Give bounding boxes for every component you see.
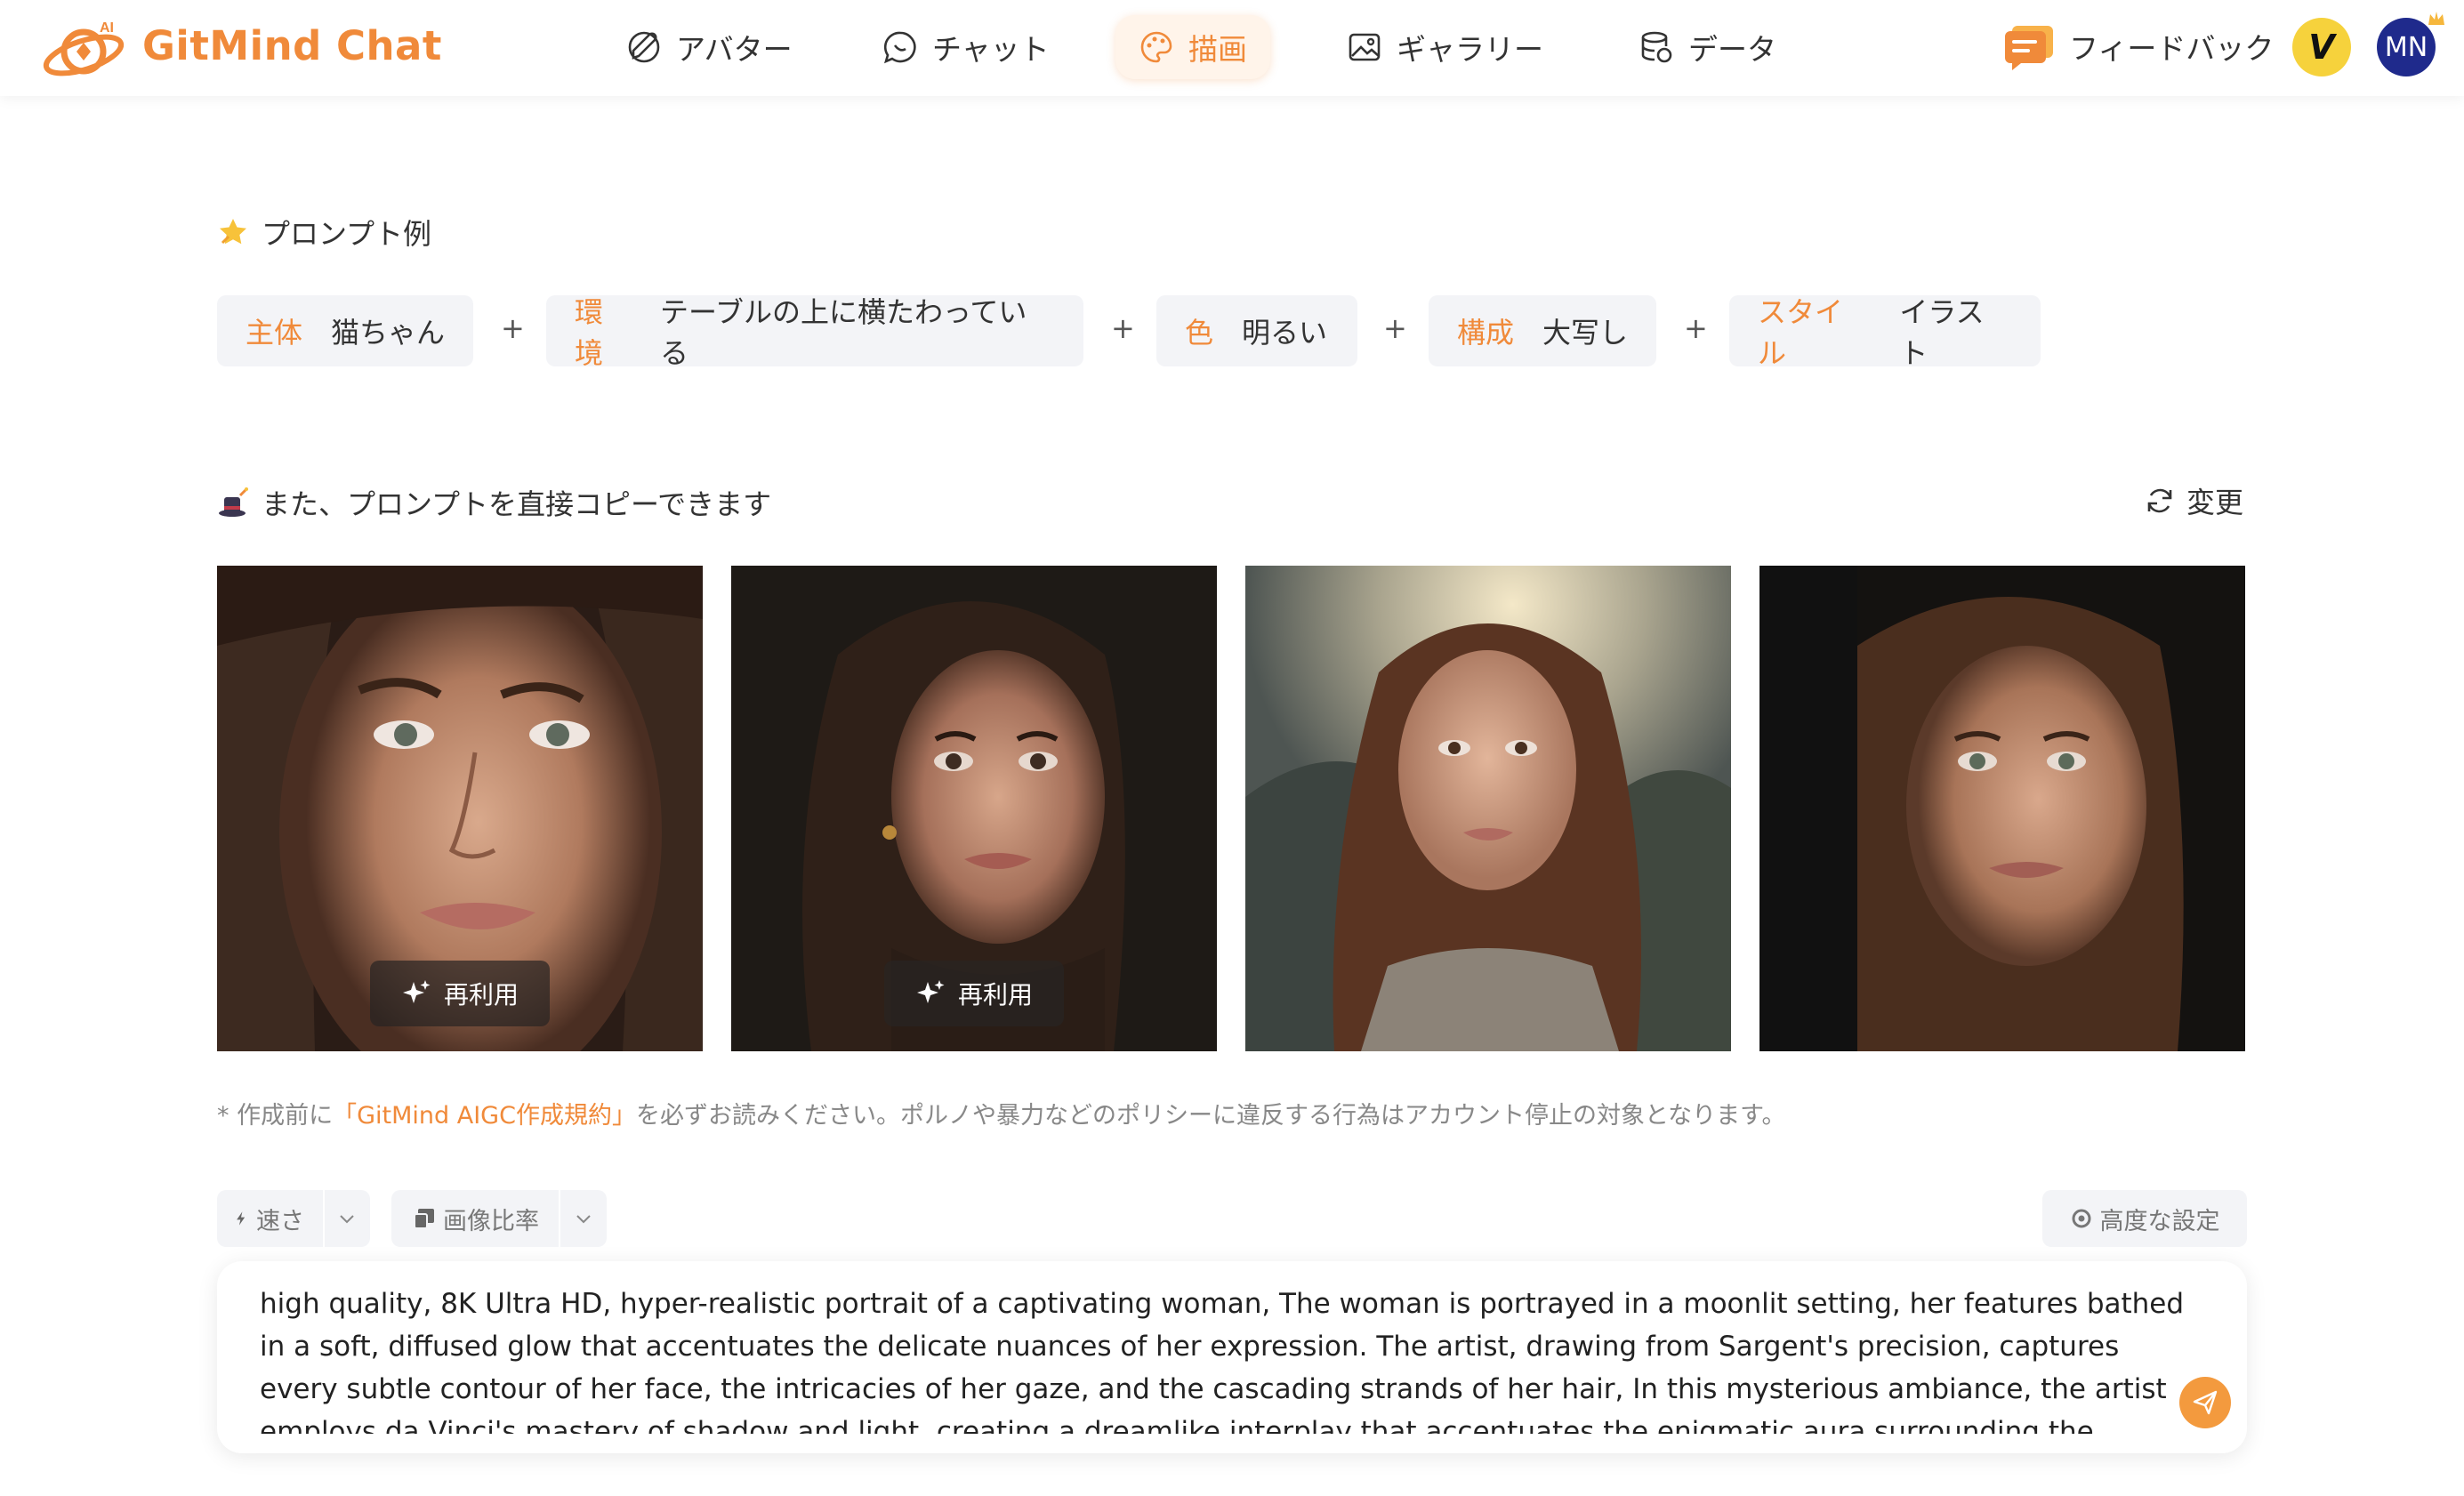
nav-chat[interactable]: チャット — [882, 15, 1050, 79]
prompt-chip-environment[interactable]: 環境 テーブルの上に横たわっている — [546, 295, 1083, 370]
plus-sign: + — [501, 311, 525, 345]
reuse-label: 再利用 — [443, 980, 519, 1009]
send-button[interactable] — [2179, 1377, 2231, 1428]
chip-value: 大写し — [1542, 316, 1629, 350]
gitmind-logo-icon[interactable]: AI — [41, 16, 133, 80]
speed-label: 速さ — [256, 1207, 304, 1235]
speed-select[interactable]: 速さ — [217, 1190, 370, 1247]
nav-gallery-label: ギャラリー — [1397, 32, 1543, 67]
example-image-card[interactable] — [1759, 566, 2245, 1051]
prompt-examples-heading: プロンプト例 — [217, 212, 431, 253]
copy-prompts-heading: また、プロンプトを直接コピーできます — [217, 482, 771, 523]
logo-ai-badge: AI — [100, 20, 114, 36]
chip-key: 構成 — [1457, 316, 1515, 350]
plus-sign: + — [1383, 311, 1407, 345]
magic-hat-icon — [219, 487, 248, 517]
feedback-button[interactable]: フィードバック — [2003, 20, 2274, 73]
nav-avatar-label: アバター — [676, 32, 793, 67]
reuse-button[interactable]: 再利用 — [884, 961, 1064, 1026]
nav-draw-label: 描画 — [1188, 32, 1247, 67]
chip-key: 色 — [1185, 316, 1214, 350]
prompt-input-box[interactable]: high quality, 8K Ultra HD, hyper-realist… — [217, 1261, 2247, 1453]
example-image-card[interactable] — [1245, 566, 1731, 1051]
prompt-chip-color[interactable]: 色 明るい — [1156, 295, 1357, 366]
plus-sign: + — [1111, 311, 1135, 345]
star-icon — [220, 219, 246, 245]
nav-data-label: データ — [1688, 32, 1776, 67]
chip-value: 明るい — [1242, 316, 1328, 350]
gallery-icon — [1349, 33, 1381, 61]
terms-link[interactable]: 「GitMind AIGC作成規約」 — [333, 1102, 636, 1130]
settings-icon — [2072, 1209, 2090, 1228]
aspect-ratio-icon — [414, 1209, 434, 1229]
chip-key: 環境 — [575, 295, 604, 370]
notice-prefix: * 作成前に — [217, 1102, 334, 1130]
chip-key: スタイル — [1758, 295, 1844, 370]
chat-icon — [883, 31, 916, 64]
lightning-icon — [237, 1211, 246, 1226]
reuse-button[interactable]: 再利用 — [370, 961, 550, 1026]
sparkle-icon — [402, 980, 431, 1003]
example-image-card[interactable]: 再利用 — [217, 566, 703, 1051]
chip-key: 主体 — [246, 316, 303, 350]
advanced-label: 高度な設定 — [2099, 1207, 2220, 1235]
crown-icon — [2428, 12, 2444, 25]
chip-value: 猫ちゃん — [331, 316, 446, 350]
prompt-examples-title: プロンプト例 — [262, 217, 432, 251]
example-image-card[interactable]: 再利用 — [731, 566, 1217, 1051]
chevron-down-icon — [340, 1215, 355, 1224]
feedback-icon — [2005, 26, 2053, 70]
palette-icon — [1140, 31, 1172, 63]
send-icon — [2193, 1390, 2218, 1415]
reuse-label: 再利用 — [957, 980, 1033, 1009]
notice-suffix: を必ずお読みください。ポルノや暴力などのポリシーに違反する行為はアカウント停止の… — [635, 1102, 1786, 1130]
ratio-label: 画像比率 — [443, 1207, 539, 1235]
copy-prompts-title: また、プロンプトを直接コピーできます — [262, 487, 772, 521]
prompt-chip-subject[interactable]: 主体 猫ちゃん — [217, 295, 473, 366]
sparkle-icon — [916, 980, 945, 1003]
chevron-down-icon — [576, 1215, 591, 1224]
portrait-image — [1245, 566, 1731, 1051]
prompt-chip-style[interactable]: スタイル イラスト — [1729, 295, 2041, 370]
avatar-icon — [628, 31, 660, 63]
prompt-textarea[interactable]: high quality, 8K Ultra HD, hyper-realist… — [260, 1283, 2190, 1434]
nav-data[interactable]: データ — [1639, 15, 1776, 79]
nav-draw[interactable]: 描画 — [1115, 15, 1270, 79]
image-ratio-select[interactable]: 画像比率 — [391, 1190, 607, 1247]
chip-value: イラスト — [1899, 295, 1985, 370]
feedback-label: フィードバック — [2069, 31, 2275, 66]
refresh-icon — [2147, 488, 2172, 513]
brand-name[interactable]: GitMind Chat — [142, 20, 442, 73]
vip-avatar[interactable]: V — [2292, 18, 2351, 76]
chip-value: テーブルの上に横たわっている — [659, 295, 1027, 370]
database-icon — [1641, 31, 1672, 63]
advanced-settings-button[interactable]: 高度な設定 — [2042, 1190, 2247, 1247]
prompt-chip-composition[interactable]: 構成 大写し — [1429, 295, 1656, 366]
refresh-label: 変更 — [2186, 486, 2244, 519]
top-header: AI GitMind Chat アバター チャット 描画 ギャラリー データ フ… — [0, 0, 2464, 96]
nav-avatar[interactable]: アバター — [626, 15, 793, 79]
refresh-button[interactable]: 変更 — [2144, 480, 2243, 521]
plus-sign: + — [1684, 311, 1708, 345]
terms-notice: * 作成前に「GitMind AIGC作成規約」を必ずお読みください。ポルノや暴… — [217, 1096, 1785, 1130]
nav-chat-label: チャット — [932, 32, 1050, 67]
portrait-image — [1759, 566, 2245, 1051]
nav-gallery[interactable]: ギャラリー — [1347, 15, 1543, 79]
